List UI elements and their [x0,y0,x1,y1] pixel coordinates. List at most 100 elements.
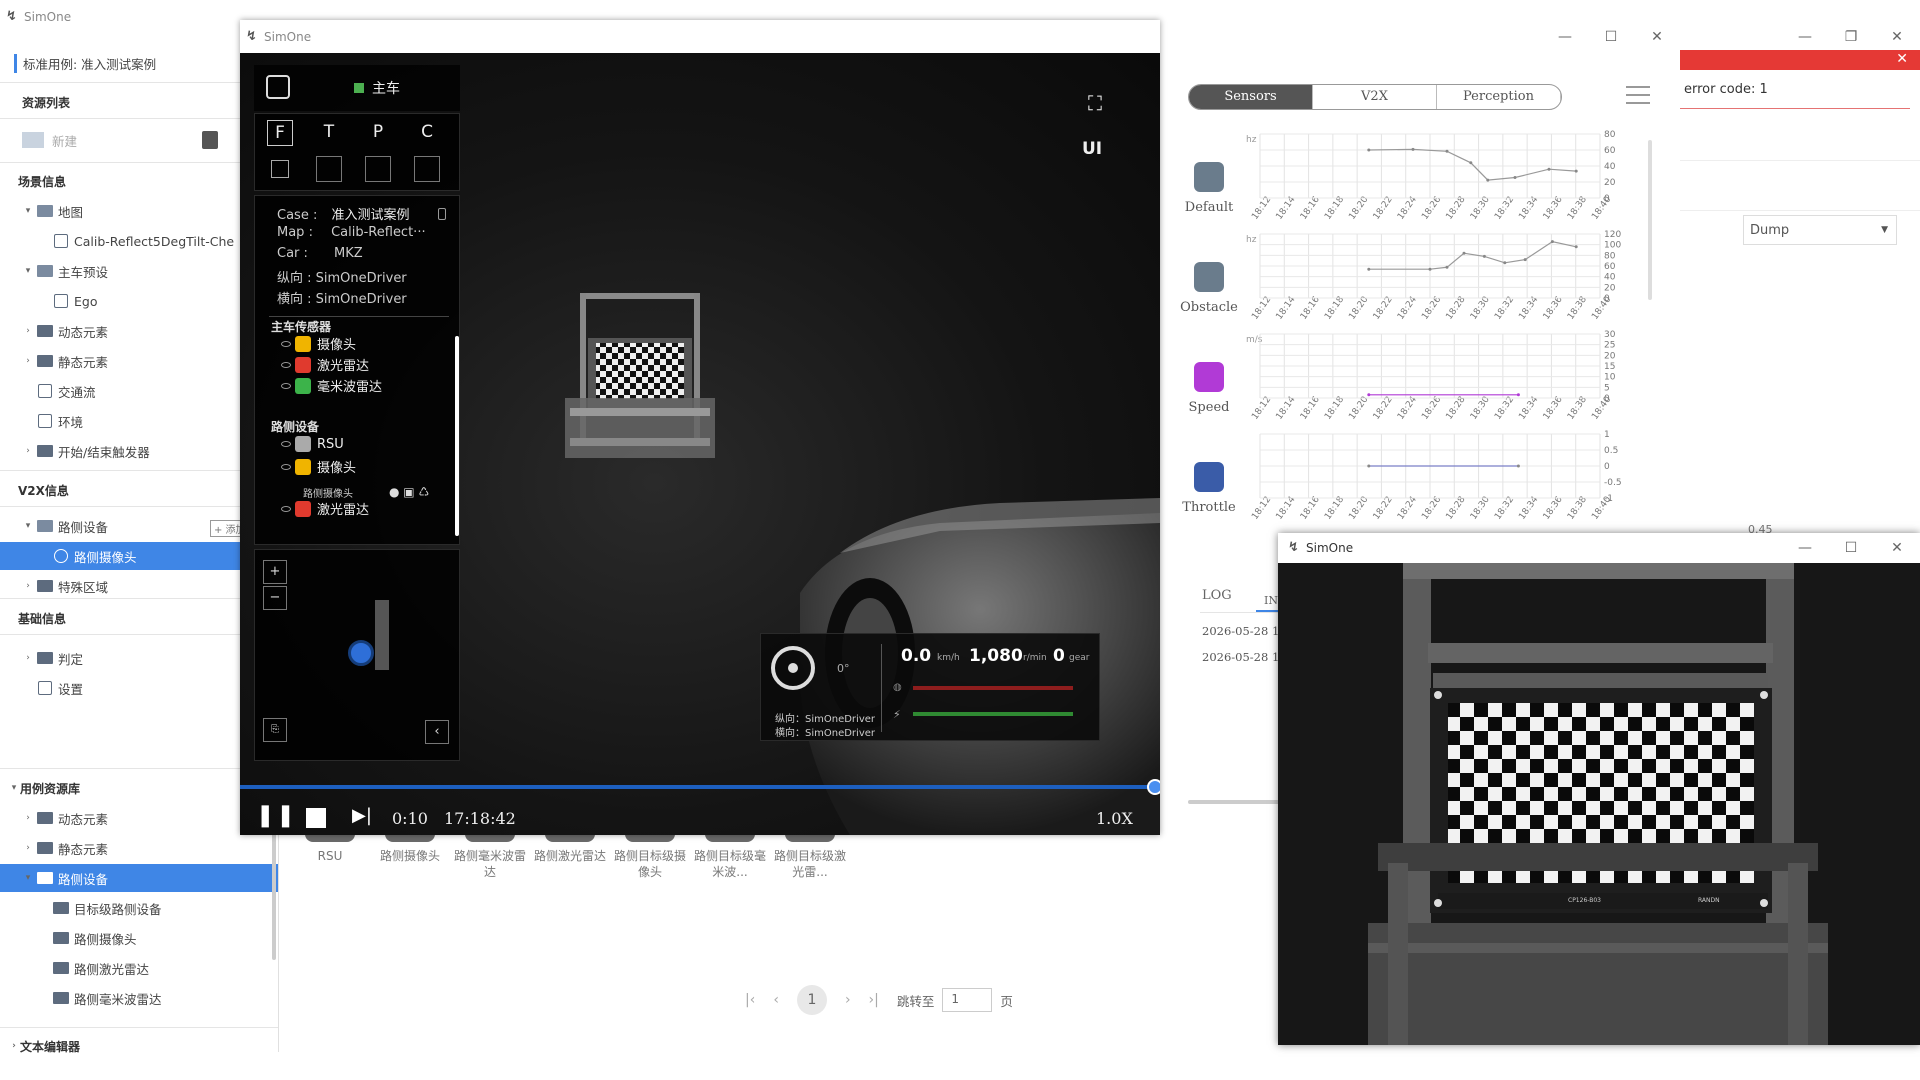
tab-sensors[interactable]: Sensors [1189,85,1313,109]
library-item[interactable]: 路侧目标级激光雷... [772,830,848,880]
library-item[interactable]: 路侧目标级摄像头 [612,830,688,880]
copy-icon[interactable] [438,208,446,220]
log-scrollbar[interactable] [1188,800,1288,804]
tree-item[interactable]: 路侧毫米波雷达 [0,984,278,1012]
progress-knob[interactable] [1147,779,1160,795]
square-icon[interactable] [271,160,289,178]
close-icon[interactable]: ✕ [1896,51,1908,67]
tree-caret-icon[interactable]: ▾ [22,206,34,216]
rotate-icon[interactable] [365,156,391,182]
tree-caret-icon[interactable]: ▾ [22,266,34,276]
tree-item[interactable]: ▾ 路侧设备 [0,512,278,540]
visibility-eye-icon[interactable] [281,441,291,447]
stop-button[interactable] [306,808,326,828]
tree-caret-icon[interactable]: › [22,653,34,663]
3d-scene[interactable]: 主车 FTPC Case : 准入测试案例 Map : Calib-Reflec… [240,53,1160,835]
dump-select[interactable]: Dump ▼ [1743,215,1897,245]
sub-action-icons[interactable]: ● ▣ ♺ [389,485,429,499]
tree-item[interactable]: ▾ 主车预设 [0,257,278,285]
tree-item[interactable]: › 动态元素 [0,317,278,345]
tree-item[interactable]: ▾ 路侧设备 [0,864,278,892]
camera-view-icon[interactable] [266,75,290,99]
charts-scrollbar[interactable] [1648,140,1652,300]
tree-caret-icon[interactable]: ▾ [22,521,34,531]
sensor-item[interactable]: 摄像头 [281,457,356,476]
log-tab[interactable]: LOG [1202,588,1232,603]
zoom-in-button[interactable]: + [263,560,287,584]
menu-icon[interactable] [1626,86,1650,104]
prev-page-button[interactable]: ‹ [773,992,779,1008]
playback-rate[interactable]: 1.0X [1096,809,1133,828]
tab-v2x[interactable]: V2X [1313,85,1437,109]
tree-caret-icon[interactable]: › [22,813,34,823]
tree-caret-icon[interactable]: › [22,843,34,853]
tree-item[interactable]: 路侧摄像头 [0,924,278,952]
view-mode-t[interactable]: T [316,120,342,146]
terrain-icon[interactable] [414,156,440,182]
library-item[interactable]: 路侧激光雷达 [532,830,608,864]
delete-icon[interactable] [202,131,218,149]
tree-item-label: Calib-Reflect5DegTilt-Che [74,233,235,249]
zoom-out-button[interactable]: − [263,586,287,610]
last-page-button[interactable]: ›| [869,992,879,1008]
tree-item[interactable]: 环境 [0,407,278,435]
tree-item[interactable]: Calib-Reflect5DegTilt-Che [0,227,278,255]
info-tab[interactable]: IN [1264,594,1278,607]
minimap-mode-icon[interactable]: ⎘ [263,718,287,742]
visibility-eye-icon[interactable] [281,340,291,347]
info-scrollbar[interactable] [455,336,459,536]
first-page-button[interactable]: |‹ [745,992,755,1008]
new-button[interactable]: 新建 [0,126,278,154]
goto-input[interactable]: 1 [942,988,993,1012]
tree-item[interactable]: ▾ 地图 [0,197,278,225]
tab-perception[interactable]: Perception [1437,85,1561,109]
tree-item[interactable]: 路侧摄像头 [0,542,278,570]
tree-caret-icon[interactable]: ▾ [22,873,34,883]
text-editor-title[interactable]: › 文本编辑器 [0,1032,278,1060]
x-tick-label: 18:12 [1250,395,1273,422]
pause-button[interactable]: ❚❚ [256,803,297,828]
view-mode-c[interactable]: C [414,120,440,146]
collapse-panel-button[interactable]: ‹ [425,720,449,744]
library-item[interactable]: 路侧摄像头 [372,830,448,864]
tree-item[interactable]: 交通流 [0,377,278,405]
visibility-eye-icon[interactable] [281,505,291,512]
fullscreen-icon[interactable]: ⛶ [1088,91,1102,115]
tree-item[interactable]: › 判定 [0,644,278,672]
page-current[interactable]: 1 [796,985,827,1015]
library-item[interactable]: RSU [292,830,368,864]
next-page-button[interactable]: › [845,992,851,1008]
case-library-title[interactable]: ▾ 用例资源库 [0,774,278,802]
tree-item[interactable]: Ego [0,287,278,315]
progress-bar[interactable] [240,785,1156,789]
tree-item[interactable]: › 静态元素 [0,347,278,375]
tree-caret-icon[interactable]: › [22,581,34,591]
tree-item[interactable]: › 开始/结束触发器 [0,437,278,465]
ui-toggle[interactable]: UI [1082,139,1102,159]
tree-item[interactable]: 目标级路侧设备 [0,894,278,922]
visibility-eye-icon[interactable] [281,463,291,470]
view-mode-f[interactable]: F [267,120,293,146]
tree-caret-icon[interactable]: › [22,326,34,336]
sensor-item[interactable]: 毫米波雷达 [281,376,382,395]
cube-icon[interactable] [316,156,342,182]
library-item[interactable]: 路侧毫米波雷达 [452,830,528,880]
tree-caret-icon[interactable]: › [22,446,34,456]
tree-caret-icon[interactable]: › [22,356,34,366]
tree-item[interactable]: 设置 [0,674,278,702]
data-point [1428,267,1432,271]
tree-item[interactable]: › 静态元素 [0,834,278,862]
view-mode-p[interactable]: P [365,120,391,146]
sensor-item[interactable]: 摄像头 [281,334,356,353]
visibility-eye-icon[interactable] [281,382,291,389]
library-item[interactable]: 路侧目标级毫米波... [692,830,768,880]
visibility-eye-icon[interactable] [281,361,291,368]
sensor-item[interactable]: 激光雷达 [281,355,369,374]
sensor-item[interactable]: 激光雷达 [281,499,369,518]
tree-item[interactable]: 路侧激光雷达 [0,954,278,982]
step-forward-button[interactable]: ▶| [352,805,372,826]
tree-item[interactable]: › 动态元素 [0,804,278,832]
tree-item[interactable]: › 特殊区域 [0,572,278,600]
roadside-camera-view[interactable]: CP126-B03 RANDN [1278,563,1920,1045]
sensor-item[interactable]: RSU [281,436,344,452]
